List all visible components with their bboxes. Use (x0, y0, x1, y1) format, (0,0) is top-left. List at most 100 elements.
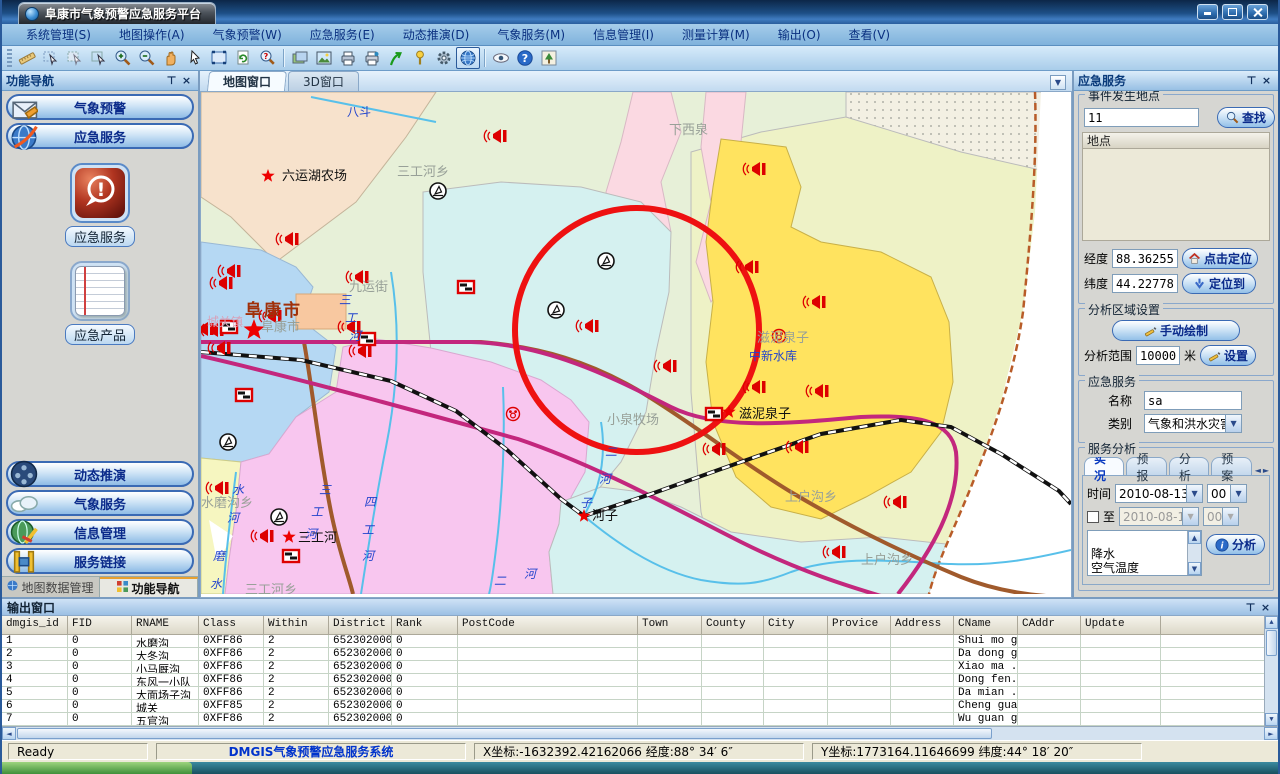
refresh-icon[interactable] (231, 47, 255, 69)
menu-item-2[interactable]: 地图操作(A) (105, 24, 199, 45)
list-item[interactable]: 空气温度 (1088, 561, 1201, 575)
scroll-right-icon[interactable]: ► (1264, 727, 1278, 740)
scroll-up-icon[interactable]: ▲ (1265, 616, 1278, 629)
print-color-icon[interactable] (360, 47, 384, 69)
table-row[interactable]: 40东风一小队0XFF8626523020000Dong fen... (2, 674, 1278, 687)
date-select[interactable]: 2010-08-13▼ (1115, 484, 1203, 503)
vertical-scrollbar[interactable]: ▲ ▼ (1264, 616, 1278, 726)
nav-group-动态推演[interactable]: 动态推演 (6, 461, 194, 487)
placemark-icon[interactable] (408, 47, 432, 69)
settings-icon[interactable] (432, 47, 456, 69)
manual-draw-button[interactable]: 手动绘制 (1112, 320, 1240, 341)
measure-icon[interactable] (15, 47, 39, 69)
table-row[interactable]: 10水磨沟0XFF8626523020000Shui mo gou (2, 635, 1278, 648)
minimize-button[interactable] (1197, 4, 1218, 20)
column-header-CName[interactable]: CName (954, 616, 1018, 634)
element-list[interactable]: 降水空气温度 ▲▼ (1087, 530, 1202, 576)
menu-item-5[interactable]: 动态推演(D) (389, 24, 484, 45)
scroll-left-icon[interactable]: ◄ (2, 727, 16, 740)
table-row[interactable]: 70五官沟0XFF8626523020000Wu guan gou (2, 713, 1278, 726)
scrollbar-thumb[interactable] (1266, 630, 1277, 656)
to-hour-select[interactable]: 00▼ (1203, 507, 1239, 526)
menu-item-10[interactable]: 查看(V) (835, 24, 905, 45)
zoom-out-icon[interactable] (135, 47, 159, 69)
place-list[interactable] (1082, 149, 1270, 241)
hour-select[interactable]: 00▼ (1207, 484, 1247, 503)
globe-3d-icon[interactable] (456, 47, 480, 69)
scroll-up-icon[interactable]: ▲ (1188, 531, 1201, 544)
menu-item-1[interactable]: 系统管理(S) (12, 24, 105, 45)
identify-icon[interactable]: ? (255, 47, 279, 69)
select-partial-icon[interactable] (63, 47, 87, 69)
to-date-select[interactable]: 2010-08-13▼ (1119, 507, 1199, 526)
column-header-Rank[interactable]: Rank (392, 616, 458, 634)
locate-to-button[interactable]: 定位到 (1182, 273, 1256, 294)
chevron-down-icon[interactable]: ▼ (1050, 75, 1066, 90)
find-button[interactable]: 查找 (1217, 107, 1275, 128)
set-range-button[interactable]: 设置 (1200, 345, 1256, 366)
column-header-Address[interactable]: Address (891, 616, 954, 634)
menu-item-8[interactable]: 测量计算(M) (668, 24, 764, 45)
to-checkbox[interactable] (1087, 511, 1099, 523)
menu-item-4[interactable]: 应急服务(E) (296, 24, 389, 45)
close-icon[interactable]: × (1258, 600, 1273, 614)
horizontal-scrollbar[interactable]: ◄ ► (2, 726, 1278, 740)
column-header-Within[interactable]: Within (264, 616, 329, 634)
column-header-FID[interactable]: FID (68, 616, 132, 634)
table-row[interactable]: 60城关0XFF8526523020000Cheng guan (2, 700, 1278, 713)
pin-icon[interactable]: ⊤ (1244, 74, 1259, 88)
nav-group-信息管理[interactable]: 信息管理 (6, 519, 194, 545)
image-export-icon[interactable] (312, 47, 336, 69)
longitude-input[interactable] (1112, 249, 1178, 268)
menu-item-6[interactable]: 气象服务(M) (483, 24, 579, 45)
map-canvas[interactable]: 六运湖农场三工河乡下西泉九运街阜康市阜康市城关镇滋泥泉子中新水库小泉牧场滋泥泉子… (200, 92, 1072, 598)
tab-scroll-right-icon[interactable]: ► (1262, 466, 1270, 475)
column-header-Update[interactable]: Update (1081, 616, 1161, 634)
table-row[interactable]: 30小马厩沟0XFF8626523020000Xiao ma ... (2, 661, 1278, 674)
menu-item-7[interactable]: 信息管理(I) (579, 24, 668, 45)
analysis-range-input[interactable] (1136, 346, 1180, 365)
column-header-Town[interactable]: Town (638, 616, 702, 634)
column-header-RNAME[interactable]: RNAME (132, 616, 199, 634)
column-header-Class[interactable]: Class (199, 616, 264, 634)
nav-item-应急产品[interactable]: 应急产品 (54, 261, 146, 345)
menu-item-9[interactable]: 输出(O) (764, 24, 835, 45)
goto-arrow-icon[interactable] (384, 47, 408, 69)
column-header-dmgis_id[interactable]: dmgis_id (2, 616, 68, 634)
column-header-City[interactable]: City (764, 616, 828, 634)
close-icon[interactable]: × (1259, 74, 1274, 88)
pointer-icon[interactable] (183, 47, 207, 69)
tab-地图窗口[interactable]: 地图窗口 (207, 71, 287, 91)
layers-icon[interactable] (288, 47, 312, 69)
column-header-CAddr[interactable]: CAddr (1018, 616, 1081, 634)
scroll-down-icon[interactable]: ▼ (1265, 713, 1278, 726)
place-column-header[interactable]: 地点 (1082, 132, 1270, 149)
tab-地图数据管理[interactable]: 地图数据管理 (2, 577, 100, 597)
tab-实况[interactable]: 实况 (1084, 457, 1124, 475)
select-move-icon[interactable] (87, 47, 111, 69)
full-extent-icon[interactable] (207, 47, 231, 69)
click-locate-button[interactable]: 点击定位 (1182, 248, 1258, 269)
help-icon[interactable]: ? (513, 47, 537, 69)
nav-item-应急服务[interactable]: !应急服务 (54, 163, 146, 247)
column-header-District[interactable]: District (329, 616, 392, 634)
pan-icon[interactable] (159, 47, 183, 69)
column-header-PostCode[interactable]: PostCode (458, 616, 638, 634)
close-icon[interactable]: × (179, 74, 194, 88)
nav-group-气象服务[interactable]: 气象服务 (6, 490, 194, 516)
table-row[interactable]: 50大面场子沟0XFF8626523020000Da mian ... (2, 687, 1278, 700)
tab-预案[interactable]: 预案 (1211, 457, 1251, 475)
restore-button[interactable] (1222, 4, 1243, 20)
service-type-select[interactable]: 气象和洪水灾害 ▼ (1144, 414, 1242, 433)
tab-3D窗口[interactable]: 3D窗口 (288, 71, 359, 91)
zoom-in-icon[interactable] (111, 47, 135, 69)
menu-item-3[interactable]: 气象预警(W) (199, 24, 296, 45)
pin-icon[interactable]: ⊤ (164, 74, 179, 88)
tab-scroll-left-icon[interactable]: ◄ (1254, 466, 1262, 475)
column-header-County[interactable]: County (702, 616, 764, 634)
tab-预报[interactable]: 预报 (1126, 457, 1166, 475)
scrollbar-thumb[interactable] (17, 728, 992, 739)
print-icon[interactable] (336, 47, 360, 69)
table-row[interactable]: 20大冬沟0XFF8626523020000Da dong gou (2, 648, 1278, 661)
select-edit-icon[interactable] (39, 47, 63, 69)
